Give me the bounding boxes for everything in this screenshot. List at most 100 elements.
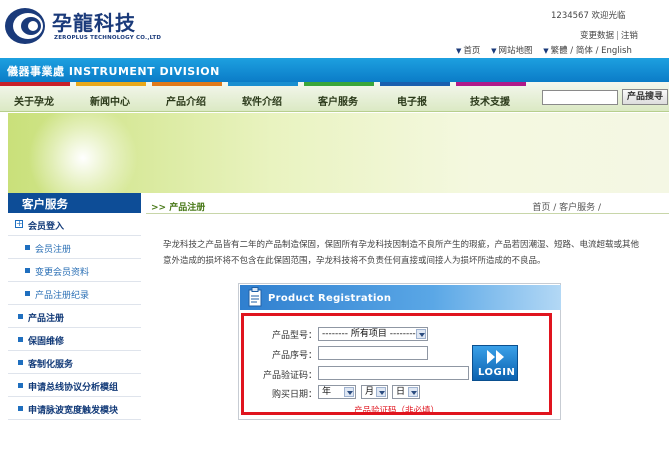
product-model-select[interactable]: -------- 所有项目 ---------: [318, 327, 428, 341]
sidebar-title-text: 客户服务: [22, 197, 68, 211]
page-title: >> 产品注册: [151, 203, 206, 213]
product-search-button[interactable]: 产品搜寻: [622, 89, 668, 105]
registration-header: Product Registration: [240, 285, 561, 310]
sidebar-item-label: 变更会员资料: [35, 268, 90, 278]
separator: |: [616, 31, 619, 41]
logo-text: 孕龍科技: [52, 11, 136, 35]
sidebar-item-label: 申请脉波宽度触发模块: [28, 406, 119, 416]
bullet-icon: [18, 337, 23, 342]
sidebar-item-bus-protocol[interactable]: 申请总线协议分析模组: [8, 374, 141, 397]
home-link[interactable]: 首页: [463, 46, 480, 56]
bullet-icon: [18, 314, 23, 319]
triangle-icon: ▼: [543, 47, 549, 55]
sidebar-item-label: 会员登入: [28, 222, 65, 232]
nav-label: 关于孕龙: [14, 97, 54, 108]
nav-label: 电子报: [397, 97, 427, 108]
purchase-year-value: 年: [322, 387, 332, 397]
sidebar-item-warranty[interactable]: 保固维修: [8, 328, 141, 351]
chevron-down-icon: [376, 387, 386, 397]
bullet-icon: [18, 383, 23, 388]
nav-item-service[interactable]: 客户服务: [304, 82, 379, 112]
product-search-input[interactable]: [542, 90, 618, 105]
model-label: 产品型号：: [272, 331, 318, 341]
purchase-day-value: 日: [396, 387, 406, 397]
top-links: ▼ 首页 ▼ 网站地图 ▼ 繁體 / 简体 / English: [456, 44, 640, 56]
language-links[interactable]: 繁體 / 简体 / English: [551, 46, 632, 56]
sidebar-item-label: 客制化服务: [28, 360, 74, 370]
product-serial-input[interactable]: [318, 346, 428, 360]
logo-subtitle: ZEROPLUS TECHNOLOGY CO.,LTD: [54, 35, 162, 41]
nav-label: 新闻中心: [90, 97, 130, 108]
sidebar-item-label: 申请总线协议分析模组: [28, 383, 119, 393]
serial-label: 产品序号：: [272, 351, 318, 361]
bullet-icon: [25, 245, 30, 250]
nav-label: 客户服务: [318, 97, 358, 108]
nav-item-products[interactable]: 产品介绍: [152, 82, 227, 112]
sidebar-item-label: 会员注册: [35, 245, 72, 255]
purchase-month-value: 月: [365, 387, 375, 397]
nav-label: 产品介绍: [166, 97, 206, 108]
verify-code-label: 产品验证码：: [263, 371, 318, 381]
nav-stripe: [456, 82, 526, 86]
bullet-icon: [18, 360, 23, 365]
nav-stripe: [304, 82, 374, 86]
purchase-date-label: 购买日期：: [272, 390, 318, 400]
breadcrumb-bar: >> 产品注册 首页 / 客户服务 /: [146, 197, 669, 214]
division-label: 儀器事業處 INSTRUMENT DIVISION: [7, 65, 220, 78]
chevron-down-icon: [408, 387, 418, 397]
expand-icon: +: [15, 219, 23, 228]
chevron-down-icon: [344, 387, 354, 397]
bullet-icon: [25, 268, 30, 273]
nav-label: 软件介绍: [242, 97, 282, 108]
site-header: 孕龍科技 ZEROPLUS TECHNOLOGY CO.,LTD 1234567…: [0, 0, 669, 58]
nav-item-newsletter[interactable]: 电子报: [380, 82, 455, 112]
sidebar-item-label: 产品注册纪录: [35, 291, 90, 301]
sidebar-item-change-profile[interactable]: 变更会员资料: [8, 259, 141, 282]
purchase-month-select[interactable]: 月: [361, 385, 388, 399]
site-logo[interactable]: 孕龍科技 ZEROPLUS TECHNOLOGY CO.,LTD: [4, 4, 164, 50]
nav-item-about[interactable]: 关于孕龙: [0, 82, 75, 112]
nav-label: 技术支援: [470, 97, 510, 108]
bullet-icon: [25, 291, 30, 296]
breadcrumb[interactable]: 首页 / 客户服务 /: [532, 200, 601, 213]
banner-glow: [28, 113, 138, 193]
division-banner: 儀器事業處 INSTRUMENT DIVISION: [0, 58, 669, 82]
registration-title: Product Registration: [268, 293, 392, 304]
sidebar-item-pulse-width[interactable]: 申请脉波宽度触发模块: [8, 397, 141, 420]
sidebar-item-member-login[interactable]: + 会员登入: [8, 213, 141, 236]
product-model-value: -------- 所有项目 ---------: [322, 329, 419, 339]
change-data-link[interactable]: 变更数据: [580, 31, 614, 41]
logo-mark-icon: [5, 8, 45, 44]
sidebar-menu: + 会员登入 会员注册 变更会员资料 产品注册纪录 产品注册 保固维修 客制化服…: [8, 213, 141, 420]
verify-code-input[interactable]: [318, 366, 469, 380]
warranty-intro-text: 孕龙科技之产品皆有二年的产品制造保固，保固所有孕龙科技因制造不良所产生的瑕疵，产…: [163, 240, 640, 266]
nav-item-software[interactable]: 软件介绍: [228, 82, 303, 112]
chevron-down-icon: [416, 329, 426, 339]
nav-stripe: [0, 82, 70, 86]
nav-item-support[interactable]: 技术支援: [456, 82, 531, 112]
nav-stripe: [380, 82, 450, 86]
sidebar-item-member-register[interactable]: 会员注册: [8, 236, 141, 259]
nav-item-news[interactable]: 新闻中心: [76, 82, 151, 112]
bullet-icon: [18, 406, 23, 411]
triangle-icon: ▼: [491, 47, 497, 55]
double-arrow-icon: [487, 350, 504, 364]
purchase-day-select[interactable]: 日: [392, 385, 420, 399]
nav-stripe: [152, 82, 222, 86]
purchase-year-select[interactable]: 年: [318, 385, 356, 399]
sidebar-title: 客户服务: [8, 193, 141, 213]
hero-banner: [8, 113, 669, 193]
document-icon: [248, 287, 262, 307]
triangle-icon: ▼: [456, 47, 462, 55]
sidebar-item-label: 产品注册: [28, 314, 65, 324]
login-label: LOGIN: [478, 367, 516, 378]
login-button[interactable]: LOGIN: [472, 345, 518, 381]
account-links: 变更数据 | 注销: [580, 29, 638, 41]
welcome-text: 1234567 欢迎光临: [551, 11, 626, 21]
sitemap-link[interactable]: 网站地图: [499, 46, 533, 56]
sidebar-item-product-registration[interactable]: 产品注册: [8, 305, 141, 328]
sidebar-item-custom-service[interactable]: 客制化服务: [8, 351, 141, 374]
logout-link[interactable]: 注销: [621, 31, 638, 41]
sidebar-item-registration-records[interactable]: 产品注册纪录: [8, 282, 141, 305]
verify-code-note: 产品验证码（非必填）: [354, 406, 440, 416]
